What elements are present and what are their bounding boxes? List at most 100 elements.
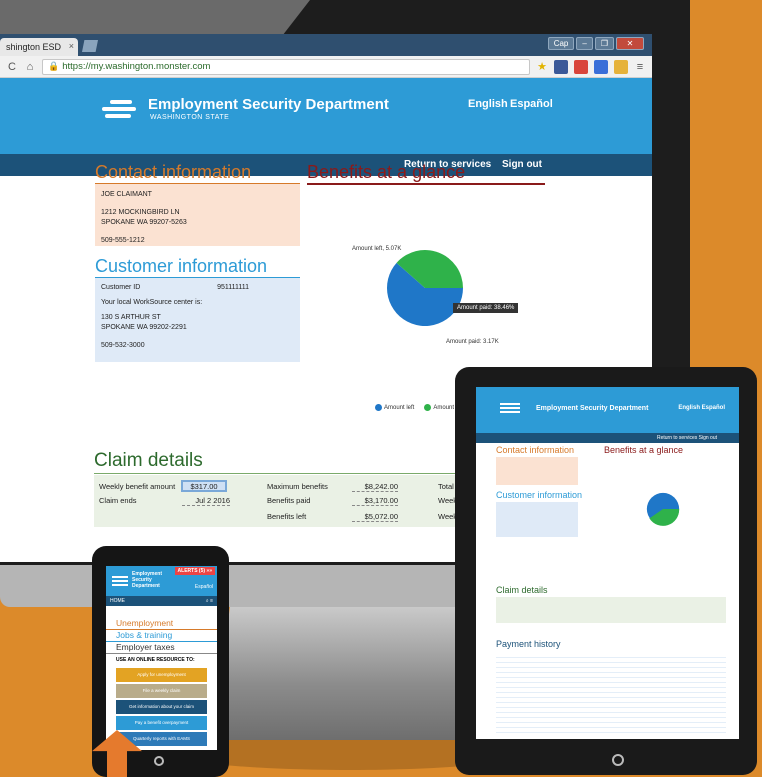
- lang-english-link[interactable]: English: [468, 98, 508, 110]
- phone-overpayment-button[interactable]: Pay a benefit overpayment: [116, 716, 207, 730]
- tablet-logo-icon: [500, 403, 520, 415]
- tablet-payment-table: [496, 653, 726, 735]
- extension-icon[interactable]: [594, 59, 608, 74]
- tab-strip: shington ESD × Cap – ❐ ✕: [0, 34, 652, 56]
- phone-logo-icon: [112, 576, 128, 586]
- phone-apply-button[interactable]: Apply for unemployment: [116, 668, 207, 682]
- facebook-extension-icon[interactable]: [554, 59, 568, 74]
- tablet-home-button[interactable]: [612, 754, 624, 766]
- new-tab-button[interactable]: [82, 40, 98, 52]
- phone-info-button[interactable]: Get information about your claim: [116, 700, 207, 714]
- claimant-name: JOE CLAIMANT: [101, 191, 152, 198]
- star-icon[interactable]: ★: [536, 60, 548, 73]
- pie-svg: [387, 250, 463, 326]
- tablet-claim-grid: [496, 597, 726, 623]
- tablet-header: Employment Security Department English E…: [476, 387, 739, 433]
- customer-box: Customer ID 951111111 Your local WorkSou…: [95, 278, 300, 362]
- weekly-value[interactable]: $317.00: [181, 480, 227, 492]
- customer-id-value: 951111111: [217, 284, 249, 291]
- address-line-1: 1212 MOCKINGBIRD LN: [101, 209, 180, 216]
- phone-brand: Employment Security Department: [132, 571, 163, 589]
- pie-label-paid: Amount paid: 3.17K: [446, 339, 499, 345]
- monitor-stand: [215, 600, 475, 740]
- pie-label-left: Amount left, 5.07K: [352, 246, 402, 252]
- contact-heading: Contact information: [95, 162, 252, 182]
- minimize-button[interactable]: –: [576, 37, 593, 50]
- pie-legend: Amount left Amount: [375, 404, 454, 411]
- tablet-benefits-heading: Benefits at a glance: [604, 445, 684, 455]
- tablet-nav[interactable]: Return to services Sign out: [476, 433, 739, 443]
- home-icon[interactable]: ⌂: [24, 61, 36, 73]
- phone-nav: HOME ⌕ ≡: [106, 596, 217, 606]
- tablet-customer-box: [496, 502, 578, 537]
- max-label: Maximum benefits: [267, 482, 328, 491]
- contact-phone: 509-555-1212: [101, 237, 145, 244]
- menu-icon[interactable]: ≡: [634, 61, 646, 73]
- max-value: $8,242.00: [352, 482, 398, 492]
- phone-lang[interactable]: Español: [195, 584, 213, 590]
- tablet-contact-box: [496, 457, 578, 485]
- left-label: Benefits left: [267, 512, 307, 521]
- phone-search-icon[interactable]: ⌕ ≡: [206, 598, 213, 604]
- phone-online-label: USE AN ONLINE RESOURCE TO:: [116, 657, 195, 663]
- tablet-customer-heading: Customer information: [496, 490, 583, 500]
- site-header: Employment Security Department WASHINGTO…: [0, 78, 652, 154]
- address-bar[interactable]: 🔒 https://my.washington.monster.com: [42, 58, 530, 75]
- phone-menu-employer[interactable]: Employer taxes: [106, 642, 217, 654]
- claim-ends-label: Claim ends: [99, 496, 137, 505]
- tablet-screen: Employment Security Department English E…: [476, 387, 739, 739]
- left-value: $5,072.00: [352, 512, 398, 522]
- contact-box: JOE CLAIMANT 1212 MOCKINGBIRD LN SPOKANE…: [95, 184, 300, 246]
- phone-home-button[interactable]: [154, 756, 164, 766]
- paid-value: $3,170.00: [352, 496, 398, 506]
- tablet-contact-heading: Contact information: [496, 445, 575, 455]
- customer-heading: Customer information: [95, 256, 268, 276]
- tablet-org-name: Employment Security Department: [536, 405, 649, 412]
- address-line-2: SPOKANE WA 99207-5263: [101, 219, 187, 226]
- tablet-pie-icon: [646, 492, 680, 526]
- folder-extension-icon[interactable]: [614, 59, 628, 74]
- phone-screen: ALERTS (5) »» Employment Security Depart…: [106, 566, 217, 750]
- legend-item-paid[interactable]: Amount: [424, 404, 454, 411]
- browser-toolbar: C ⌂ 🔒 https://my.washington.monster.com …: [0, 56, 652, 78]
- paid-label: Benefits paid: [267, 496, 311, 505]
- window-controls: Cap – ❐ ✕: [547, 37, 644, 50]
- maximize-button[interactable]: ❐: [594, 37, 614, 50]
- customer-id-label: Customer ID: [101, 284, 141, 291]
- esd-logo-icon[interactable]: [102, 100, 136, 124]
- phone-home-link[interactable]: HOME: [110, 598, 125, 604]
- close-window-button[interactable]: ✕: [616, 37, 644, 50]
- lang-espanol-link[interactable]: Español: [510, 98, 553, 110]
- tab-close-icon[interactable]: ×: [69, 41, 74, 51]
- url-text: https://my.washington.monster.com: [62, 61, 211, 72]
- gmail-extension-icon[interactable]: [574, 59, 588, 74]
- phone-alerts[interactable]: ALERTS (5) »»: [174, 567, 215, 575]
- legend-item-left[interactable]: Amount left: [375, 404, 414, 411]
- worksource-label: Your local WorkSource center is:: [101, 299, 203, 306]
- benefits-pie-chart: [385, 248, 465, 333]
- tablet-lang[interactable]: English Español: [678, 405, 725, 411]
- tablet-claim-heading: Claim details: [496, 585, 548, 595]
- claim-heading: Claim details: [94, 450, 203, 471]
- org-subtitle: WASHINGTON STATE: [150, 114, 230, 121]
- worksource-phone: 509-532-3000: [101, 342, 145, 349]
- worksource-address-1: 130 S ARTHUR ST: [101, 314, 161, 321]
- tablet-payment-heading: Payment history: [496, 639, 561, 649]
- phone-weekly-button[interactable]: File a weekly claim: [116, 684, 207, 698]
- benefits-rule: [307, 183, 545, 185]
- sign-out-link[interactable]: Sign out: [502, 159, 542, 170]
- worksource-address-2: SPOKANE WA 99202-2291: [101, 324, 187, 331]
- browser-tab[interactable]: shington ESD ×: [0, 38, 78, 56]
- tab-title: shington ESD: [6, 42, 62, 52]
- pie-tooltip: Amount paid: 38.46%: [453, 303, 519, 313]
- reload-icon[interactable]: C: [6, 61, 18, 73]
- phone-header: ALERTS (5) »» Employment Security Depart…: [106, 566, 217, 596]
- weekly-label: Weekly benefit amount: [99, 482, 176, 491]
- phone-menu-jobs[interactable]: Jobs & training: [106, 630, 217, 642]
- phone-menu-unemployment[interactable]: Unemployment: [106, 618, 217, 630]
- benefits-heading: Benefits at a glance: [307, 162, 466, 182]
- lock-icon: 🔒: [48, 61, 60, 71]
- user-button[interactable]: Cap: [547, 37, 575, 50]
- org-name[interactable]: Employment Security Department: [148, 96, 389, 113]
- claim-ends-value: Jul 2 2016: [182, 496, 230, 506]
